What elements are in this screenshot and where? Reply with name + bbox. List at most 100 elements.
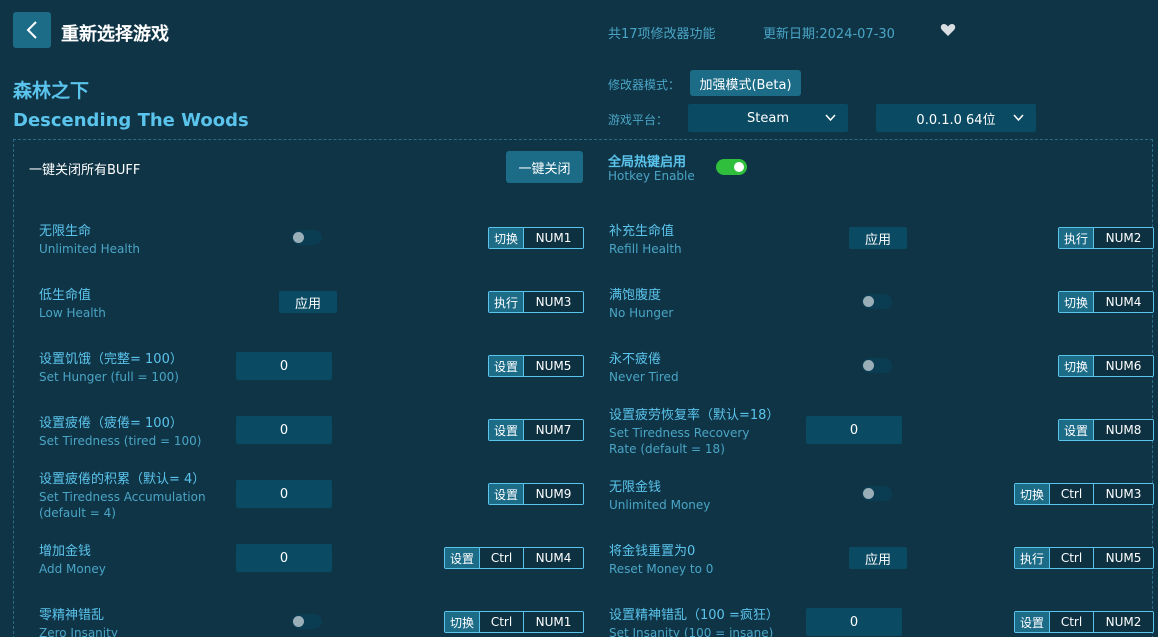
hotkey-action: 设置: [445, 548, 479, 568]
option-name-en: Refill Health: [609, 242, 682, 256]
back-button[interactable]: [13, 12, 51, 48]
heart-icon[interactable]: [940, 22, 956, 38]
hotkey-action: 切换: [1059, 356, 1093, 376]
hotkey-badge[interactable]: 设置 Ctrl NUM2: [1014, 611, 1154, 633]
option-name-cn: 补充生命值: [609, 224, 675, 239]
hotkey-action: 执行: [1015, 548, 1049, 568]
hotkey-label-en: Hotkey Enable: [608, 169, 695, 183]
hotkey-key: NUM4: [1093, 292, 1153, 312]
option-label: 设置疲倦（疲倦= 100） Set Tiredness (tired = 100): [39, 400, 239, 464]
hotkey-toggle[interactable]: [716, 159, 747, 175]
option-name-en: Set Tiredness Accumulation (default = 4): [39, 490, 206, 520]
hotkey-key: NUM2: [1093, 612, 1153, 632]
option-name-cn: 将金钱重置为0: [609, 544, 696, 559]
option-name-en: Unlimited Health: [39, 242, 141, 256]
option-name-cn: 设置饥饿（完整= 100）: [39, 352, 183, 367]
hotkey-badge[interactable]: 切换 NUM4: [1058, 291, 1154, 313]
hotkey-key: NUM5: [523, 356, 583, 376]
option-name-en: No Hunger: [609, 306, 674, 320]
value-input[interactable]: [236, 544, 332, 572]
hotkey-badge[interactable]: 切换 NUM1: [488, 227, 584, 249]
value-input[interactable]: [806, 608, 902, 636]
option-name-cn: 设置疲劳恢复率（默认=18）: [609, 408, 780, 423]
mode-label: 修改器模式：: [608, 78, 681, 92]
hotkey-badge[interactable]: 设置 NUM8: [1058, 419, 1154, 441]
buff-label: 一键关闭所有BUFF: [29, 163, 141, 178]
hotkey-key: NUM2: [1093, 228, 1153, 248]
option-name-cn: 设置精神错乱（100 =疯狂）: [609, 608, 779, 623]
option-label: 零精神错乱 Zero Insanity: [39, 592, 239, 637]
hotkey-key: NUM7: [523, 420, 583, 440]
hotkey-key: NUM1: [523, 612, 583, 632]
platform-value: Steam: [747, 110, 789, 126]
hotkey-action: 设置: [489, 484, 523, 504]
hotkey-key: NUM1: [523, 228, 583, 248]
hotkey-action: 设置: [1015, 612, 1049, 632]
option-label: 低生命值 Low Health: [39, 272, 239, 336]
option-name-cn: 低生命值: [39, 288, 92, 303]
option-name-en: Set Tiredness (tired = 100): [39, 434, 202, 448]
value-input[interactable]: [236, 352, 332, 380]
option-name-en: Zero Insanity: [39, 626, 118, 637]
hotkey-badge[interactable]: 设置 NUM7: [488, 419, 584, 441]
hotkey-badge[interactable]: 执行 NUM3: [488, 291, 584, 313]
hotkey-key: NUM4: [523, 548, 583, 568]
option-name-cn: 永不疲倦: [609, 352, 662, 367]
value-input[interactable]: [236, 416, 332, 444]
value-input[interactable]: [806, 416, 902, 444]
hotkey-badge[interactable]: 执行 NUM2: [1058, 227, 1154, 249]
option-label: 设置疲劳恢复率（默认=18） Set Tiredness Recovery Rat…: [609, 400, 780, 464]
hotkey-action: 设置: [489, 420, 523, 440]
hotkey-action: 执行: [489, 292, 523, 312]
option-name-en: Set Tiredness Recovery Rate (default = 1…: [609, 426, 750, 456]
option-toggle[interactable]: [862, 486, 892, 501]
hotkey-badge[interactable]: 设置 NUM9: [488, 483, 584, 505]
option-name-en: Set Insanity (100 = insane): [609, 626, 774, 637]
hotkey-badge[interactable]: 设置 NUM5: [488, 355, 584, 377]
hotkey-action: 设置: [489, 356, 523, 376]
hotkey-key: Ctrl: [1049, 612, 1093, 632]
version-select[interactable]: 0.0.1.0 64位: [876, 104, 1036, 132]
option-name-en: Never Tired: [609, 370, 679, 384]
option-name-en: Unlimited Money: [609, 498, 711, 512]
chevron-down-icon: [1013, 114, 1024, 122]
option-name-en: Add Money: [39, 562, 106, 576]
hotkey-action: 切换: [1015, 484, 1049, 504]
option-toggle[interactable]: [862, 294, 892, 309]
hotkey-badge[interactable]: 切换 NUM6: [1058, 355, 1154, 377]
hotkey-key: NUM3: [523, 292, 583, 312]
option-name-en: Reset Money to 0: [609, 562, 714, 576]
hotkey-badge[interactable]: 切换 Ctrl NUM3: [1014, 483, 1154, 505]
hotkey-label-cn: 全局热键启用: [608, 155, 687, 170]
hotkey-action: 执行: [1059, 228, 1093, 248]
hotkey-badge[interactable]: 执行 Ctrl NUM5: [1014, 547, 1154, 569]
option-label: 设置精神错乱（100 =疯狂） Set Insanity (100 = insan…: [609, 592, 779, 637]
option-toggle[interactable]: [292, 230, 322, 245]
value-input[interactable]: [236, 480, 332, 508]
hotkey-key: Ctrl: [1049, 484, 1093, 504]
apply-button[interactable]: 应用: [279, 291, 337, 313]
platform-label: 游戏平台：: [608, 113, 669, 127]
option-toggle[interactable]: [292, 614, 322, 629]
hotkey-badge[interactable]: 切换 Ctrl NUM1: [444, 611, 584, 633]
hotkey-key: NUM8: [1093, 420, 1153, 440]
hotkey-badge[interactable]: 设置 Ctrl NUM4: [444, 547, 584, 569]
option-name-cn: 无限生命: [39, 224, 92, 239]
hotkey-action: 切换: [489, 228, 523, 248]
option-label: 补充生命值 Refill Health: [609, 208, 774, 272]
close-all-button[interactable]: 一键关闭: [506, 151, 583, 183]
apply-button[interactable]: 应用: [849, 547, 907, 569]
platform-select[interactable]: Steam: [688, 104, 848, 132]
option-toggle[interactable]: [862, 358, 892, 373]
apply-button[interactable]: 应用: [849, 227, 907, 249]
option-name-cn: 设置疲倦（疲倦= 100）: [39, 416, 183, 431]
option-name-cn: 设置疲倦的积累（默认= 4）: [39, 472, 206, 487]
option-label: 无限生命 Unlimited Health: [39, 208, 239, 272]
option-name-en: Low Health: [39, 306, 106, 320]
option-label: 将金钱重置为0 Reset Money to 0: [609, 528, 774, 592]
hotkey-key: Ctrl: [479, 612, 523, 632]
mode-button[interactable]: 加强模式(Beta): [690, 70, 801, 96]
page-title: 重新选择游戏: [61, 24, 169, 45]
option-label: 永不疲倦 Never Tired: [609, 336, 774, 400]
update-date: 更新日期:2024-07-30: [763, 27, 895, 42]
